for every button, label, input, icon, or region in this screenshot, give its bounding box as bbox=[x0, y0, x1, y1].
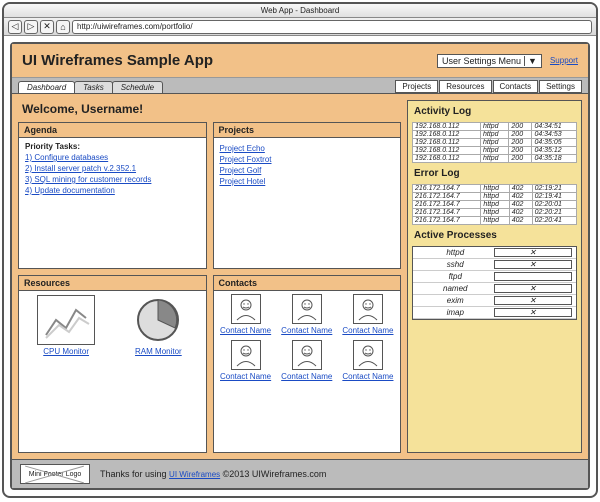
resources-panel: Resources CPU Monitor bbox=[18, 275, 207, 454]
projects-title: Projects bbox=[214, 123, 401, 138]
table-row: 192.168.0.112httpd20004:34:51 bbox=[413, 123, 577, 131]
cpu-monitor-link[interactable]: CPU Monitor bbox=[37, 347, 95, 356]
main-area: Welcome, Username! Agenda Priority Tasks… bbox=[12, 94, 588, 459]
table-row: 192.168.0.112httpd20004:35:05 bbox=[413, 139, 577, 147]
agenda-item[interactable]: 1) Configure databases bbox=[25, 153, 200, 162]
activity-log-title: Activity Log bbox=[412, 105, 577, 118]
app-header: UI Wireframes Sample App User Settings M… bbox=[12, 44, 588, 78]
tab-schedule[interactable]: Schedule bbox=[112, 81, 163, 93]
avatar-icon bbox=[292, 340, 322, 370]
process-checkbox[interactable]: ✕ bbox=[494, 248, 573, 257]
avatar-icon bbox=[353, 294, 383, 324]
process-checkbox[interactable]: ✕ bbox=[494, 308, 573, 317]
browser-title: Web App - Dashboard bbox=[4, 4, 596, 18]
table-row: 216.172.164.7httpd40202:19:21 bbox=[413, 185, 577, 193]
project-link[interactable]: Project Hotel bbox=[220, 177, 395, 186]
process-row: exim✕ bbox=[413, 295, 576, 307]
stop-button[interactable]: ✕ bbox=[40, 20, 54, 34]
process-row: named✕ bbox=[413, 283, 576, 295]
process-checkbox[interactable] bbox=[494, 272, 573, 281]
tab-resources[interactable]: Resources bbox=[439, 80, 491, 93]
table-row: 216.172.164.7httpd40202:20:41 bbox=[413, 217, 577, 225]
contact-card[interactable]: Contact Name bbox=[278, 294, 336, 337]
page-content: UI Wireframes Sample App User Settings M… bbox=[4, 36, 596, 496]
error-log-table: 216.172.164.7httpd40202:19:21 216.172.16… bbox=[412, 184, 577, 225]
line-chart-icon bbox=[37, 295, 95, 345]
table-row: 216.172.164.7httpd40202:19:41 bbox=[413, 193, 577, 201]
agenda-panel: Agenda Priority Tasks: 1) Configure data… bbox=[18, 122, 207, 269]
tab-tasks[interactable]: Tasks bbox=[74, 81, 113, 93]
avatar-icon bbox=[353, 340, 383, 370]
agenda-item[interactable]: 2) Install server patch v.2.352.1 bbox=[25, 164, 200, 173]
agenda-subtitle: Priority Tasks: bbox=[25, 142, 200, 151]
table-row: 192.168.0.112httpd20004:34:53 bbox=[413, 131, 577, 139]
avatar-icon bbox=[231, 340, 261, 370]
resources-title: Resources bbox=[19, 276, 206, 291]
back-button[interactable]: ◁ bbox=[8, 20, 22, 34]
project-link[interactable]: Project Echo bbox=[220, 144, 395, 153]
footer: Mini Footer Logo Thanks for using UI Wir… bbox=[12, 459, 588, 488]
home-button[interactable]: ⌂ bbox=[56, 20, 70, 34]
process-row: ftpd bbox=[413, 271, 576, 283]
tab-settings[interactable]: Settings bbox=[539, 80, 582, 93]
forward-button[interactable]: ▷ bbox=[24, 20, 38, 34]
process-list: httpd✕ sshd✕ ftpd named✕ exim✕ imap✕ bbox=[412, 246, 577, 320]
process-row: sshd✕ bbox=[413, 259, 576, 271]
tab-bar: Dashboard Tasks Schedule Projects Resour… bbox=[12, 78, 588, 94]
user-settings-menu[interactable]: User Settings Menu ▼ bbox=[437, 54, 542, 68]
agenda-item[interactable]: 3) SQL mining for customer records bbox=[25, 175, 200, 184]
browser-window: Web App - Dashboard ◁ ▷ ✕ ⌂ http://uiwir… bbox=[2, 2, 598, 498]
project-link[interactable]: Project Golf bbox=[220, 166, 395, 175]
contact-card[interactable]: Contact Name bbox=[339, 294, 397, 337]
welcome-heading: Welcome, Username! bbox=[18, 100, 401, 118]
footer-text: Thanks for using UI Wireframes ©2013 UIW… bbox=[100, 469, 326, 479]
url-field[interactable]: http://uiwireframes.com/portfolio/ bbox=[72, 20, 592, 34]
contact-card[interactable]: Contact Name bbox=[339, 340, 397, 383]
table-row: 192.168.0.112httpd20004:35:18 bbox=[413, 155, 577, 163]
footer-link[interactable]: UI Wireframes bbox=[169, 470, 220, 479]
process-checkbox[interactable]: ✕ bbox=[494, 284, 573, 293]
tab-contacts[interactable]: Contacts bbox=[493, 80, 539, 93]
processes-title: Active Processes bbox=[412, 229, 577, 242]
avatar-icon bbox=[292, 294, 322, 324]
agenda-item[interactable]: 4) Update documentation bbox=[25, 186, 200, 195]
project-link[interactable]: Project Foxtrot bbox=[220, 155, 395, 164]
avatar-icon bbox=[231, 294, 261, 324]
support-link[interactable]: Support bbox=[550, 56, 578, 65]
process-checkbox[interactable]: ✕ bbox=[494, 296, 573, 305]
contacts-title: Contacts bbox=[214, 276, 401, 291]
sidebar: Activity Log 192.168.0.112httpd20004:34:… bbox=[407, 100, 582, 453]
process-checkbox[interactable]: ✕ bbox=[494, 260, 573, 269]
error-log-title: Error Log bbox=[412, 167, 577, 180]
agenda-title: Agenda bbox=[19, 123, 206, 138]
table-row: 216.172.164.7httpd40202:20:21 bbox=[413, 209, 577, 217]
table-row: 216.172.164.7httpd40202:20:01 bbox=[413, 201, 577, 209]
footer-logo: Mini Footer Logo bbox=[20, 464, 90, 484]
contact-card[interactable]: Contact Name bbox=[278, 340, 336, 383]
tab-dashboard[interactable]: Dashboard bbox=[18, 81, 75, 93]
contacts-panel: Contacts Contact Name Contact Name Conta… bbox=[213, 275, 402, 454]
app-frame: UI Wireframes Sample App User Settings M… bbox=[10, 42, 590, 490]
process-row: imap✕ bbox=[413, 307, 576, 319]
chevron-down-icon: ▼ bbox=[524, 56, 537, 66]
projects-panel: Projects Project Echo Project Foxtrot Pr… bbox=[213, 122, 402, 269]
ram-monitor-link[interactable]: RAM Monitor bbox=[129, 347, 187, 356]
browser-toolbar: ◁ ▷ ✕ ⌂ http://uiwireframes.com/portfoli… bbox=[4, 18, 596, 36]
activity-log-table: 192.168.0.112httpd20004:34:51 192.168.0.… bbox=[412, 122, 577, 163]
tab-projects[interactable]: Projects bbox=[395, 80, 438, 93]
app-title: UI Wireframes Sample App bbox=[22, 52, 437, 69]
contact-card[interactable]: Contact Name bbox=[217, 340, 275, 383]
pie-chart-icon bbox=[129, 295, 187, 345]
table-row: 192.168.0.112httpd20004:35:12 bbox=[413, 147, 577, 155]
contact-card[interactable]: Contact Name bbox=[217, 294, 275, 337]
process-row: httpd✕ bbox=[413, 247, 576, 259]
